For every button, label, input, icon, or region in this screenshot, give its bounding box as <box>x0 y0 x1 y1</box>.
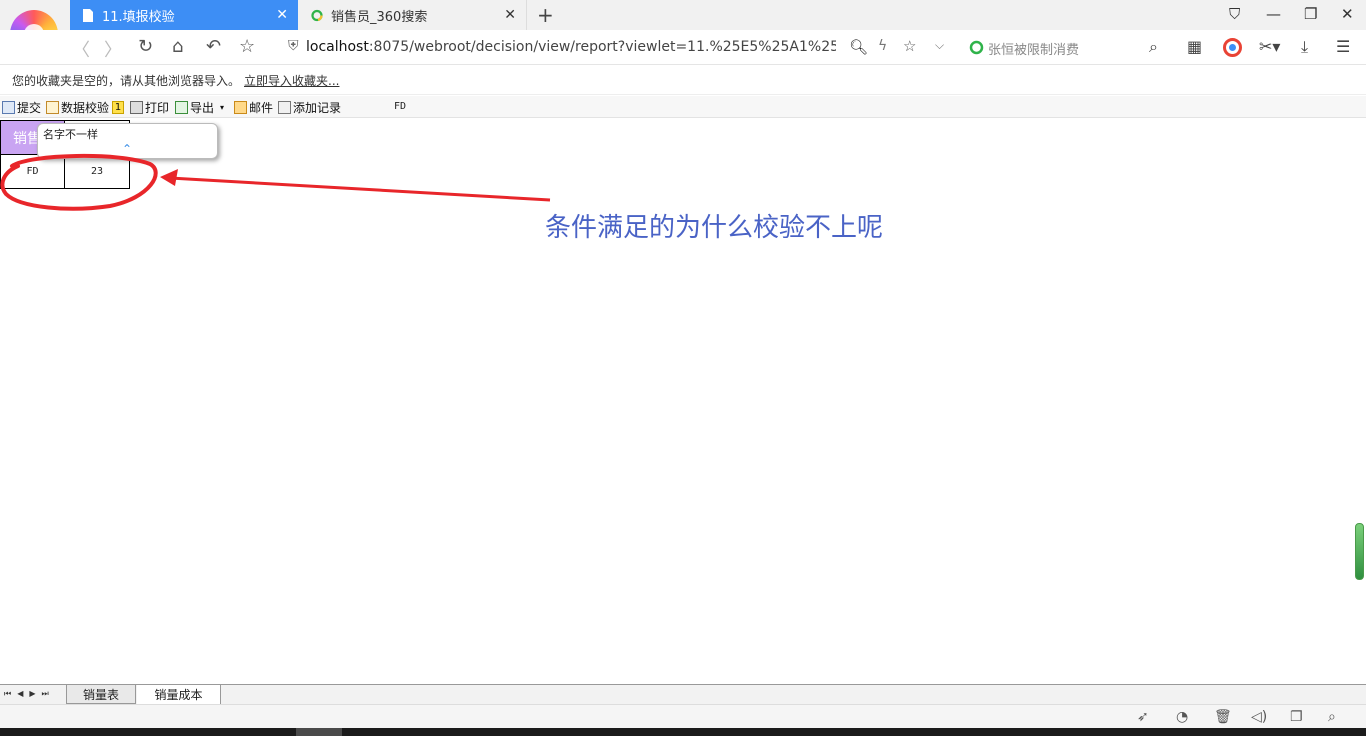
speaker-icon[interactable]: ◁) <box>1251 709 1267 725</box>
add-record-label: 添加记录 <box>293 101 342 115</box>
zoom-icon[interactable]: 🔍︎ <box>849 38 868 56</box>
url-path: :8075/webroot/decision/view/report?viewl… <box>368 39 836 55</box>
chevron-down-icon[interactable]: ⌵ <box>935 38 944 53</box>
sheet-navigation-arrows[interactable]: ⏮◀▶⏭ <box>4 689 55 699</box>
star-icon[interactable]: ☆ <box>239 36 255 57</box>
home-icon[interactable]: ⌂ <box>172 36 183 57</box>
browser-tab-active[interactable]: 11.填报校验 ✕ <box>70 0 298 30</box>
taskbar-active-item[interactable] <box>296 728 342 736</box>
scroll-indicator[interactable] <box>1355 523 1364 580</box>
address-bar[interactable]: ⛨ localhost:8075/webroot/decision/view/r… <box>284 35 964 60</box>
sheet-tab[interactable]: 销量表 <box>66 685 136 704</box>
browser-tab-strip: 11.填报校验 ✕ 销售员_360搜索 ✕ + ⛉ — ❐ ✕ <box>0 0 1366 30</box>
chrome-style-icon[interactable] <box>1223 38 1242 57</box>
chevron-down-icon: ▾ <box>220 103 225 112</box>
speed-icon[interactable]: ◔ <box>1176 709 1188 725</box>
search-icon[interactable]: ⌕ <box>1328 709 1336 725</box>
forward-icon[interactable]: 〉 <box>104 36 122 62</box>
error-count-badge: 1 <box>112 101 125 114</box>
toolbar-parameter-value: FD <box>394 101 407 112</box>
add-record-button[interactable]: 添加记录 <box>278 99 341 116</box>
export-label: 导出 <box>190 101 215 115</box>
navigation-bar: 〈 〉 ↻ ⌂ ↶ ☆ ⛨ localhost:8075/webroot/dec… <box>0 30 1366 65</box>
validate-button[interactable]: 数据校验 1 <box>46 99 125 116</box>
validation-message: 名字不一样 <box>43 128 98 141</box>
close-window-icon[interactable]: ✕ <box>1341 5 1354 23</box>
new-tab-icon[interactable]: + <box>537 3 554 27</box>
download-icon[interactable]: ⤓ <box>1301 37 1308 57</box>
tab-title: 销售员_360搜索 <box>331 9 428 25</box>
browser-tab[interactable]: 销售员_360搜索 ✕ <box>299 0 527 30</box>
wand-icon <box>46 101 59 114</box>
mail-label: 邮件 <box>249 101 274 115</box>
undo-close-icon[interactable]: ↶ <box>206 36 221 57</box>
minimize-icon[interactable]: — <box>1266 5 1281 23</box>
close-icon[interactable]: ✕ <box>276 7 288 23</box>
reload-icon[interactable]: ↻ <box>138 36 153 57</box>
back-icon[interactable]: 〈 <box>72 36 90 62</box>
url-host: localhost <box>306 39 369 55</box>
validate-label: 数据校验 <box>61 101 110 115</box>
restore-icon[interactable]: ❐ <box>1304 5 1317 23</box>
annotation-arrow-line <box>169 176 551 202</box>
browser-status-bar: ➶ ◔ 🗑︎ ◁) ❐ ⌕ <box>0 704 1366 728</box>
document-icon <box>83 8 93 22</box>
url-text[interactable]: localhost:8075/webroot/decision/view/rep… <box>306 39 836 55</box>
rocket-icon[interactable]: ➶ <box>1137 709 1149 725</box>
shield-icon: ⛨ <box>288 38 299 54</box>
search-icon[interactable]: ⌕ <box>1149 37 1158 57</box>
sheet-tab-bar: ⏮◀▶⏭ 销量表 销量成本 <box>0 684 1366 704</box>
search-suggestion[interactable]: 张恒被限制消费 <box>988 39 1079 58</box>
menu-icon[interactable]: ☰ <box>1336 37 1350 56</box>
export-button[interactable]: 导出 ▾ <box>175 99 224 116</box>
print-label: 打印 <box>145 101 170 115</box>
add-row-icon <box>278 101 291 114</box>
favorites-empty-text: 您的收藏夹是空的，请从其他浏览器导入。 <box>12 74 241 88</box>
print-button[interactable]: 打印 <box>130 99 169 116</box>
trash-icon[interactable]: 🗑︎ <box>1214 709 1232 725</box>
360-search-icon <box>969 40 984 55</box>
lightning-icon[interactable]: ϟ <box>878 38 887 54</box>
envelope-icon <box>234 101 247 114</box>
annotation-circle <box>0 154 158 211</box>
sheet-tab-active[interactable]: 销量成本 <box>137 685 221 704</box>
submit-button[interactable]: 提交 <box>2 99 41 116</box>
export-icon <box>175 101 188 114</box>
apps-grid-icon[interactable]: ▦ <box>1187 37 1202 56</box>
report-toolbar: 提交 数据校验 1 打印 导出 ▾ 邮件 添加记录 FD <box>0 96 1366 118</box>
favorites-bar: 您的收藏夹是空的，请从其他浏览器导入。 立即导入收藏夹... <box>0 65 1366 95</box>
import-favorites-link[interactable]: 立即导入收藏夹... <box>244 72 339 89</box>
close-icon[interactable]: ✕ <box>504 7 516 23</box>
window-icon[interactable]: ❐ <box>1290 709 1303 725</box>
annotation-arrow-head <box>160 169 178 186</box>
mail-button[interactable]: 邮件 <box>234 99 273 116</box>
360-search-icon <box>311 9 323 21</box>
annotation-text: 条件满足的为什么校验不上呢 <box>545 213 884 243</box>
os-taskbar <box>0 728 1366 736</box>
bookmark-star-icon[interactable]: ☆ <box>903 37 916 55</box>
scissors-icon[interactable]: ✂▾ <box>1259 37 1280 56</box>
annotation-marks <box>0 154 551 211</box>
save-icon <box>2 101 15 114</box>
tab-title: 11.填报校验 <box>102 9 175 25</box>
shirt-skin-icon[interactable]: ⛉ <box>1229 5 1240 23</box>
submit-label: 提交 <box>17 101 42 115</box>
printer-icon <box>130 101 143 114</box>
